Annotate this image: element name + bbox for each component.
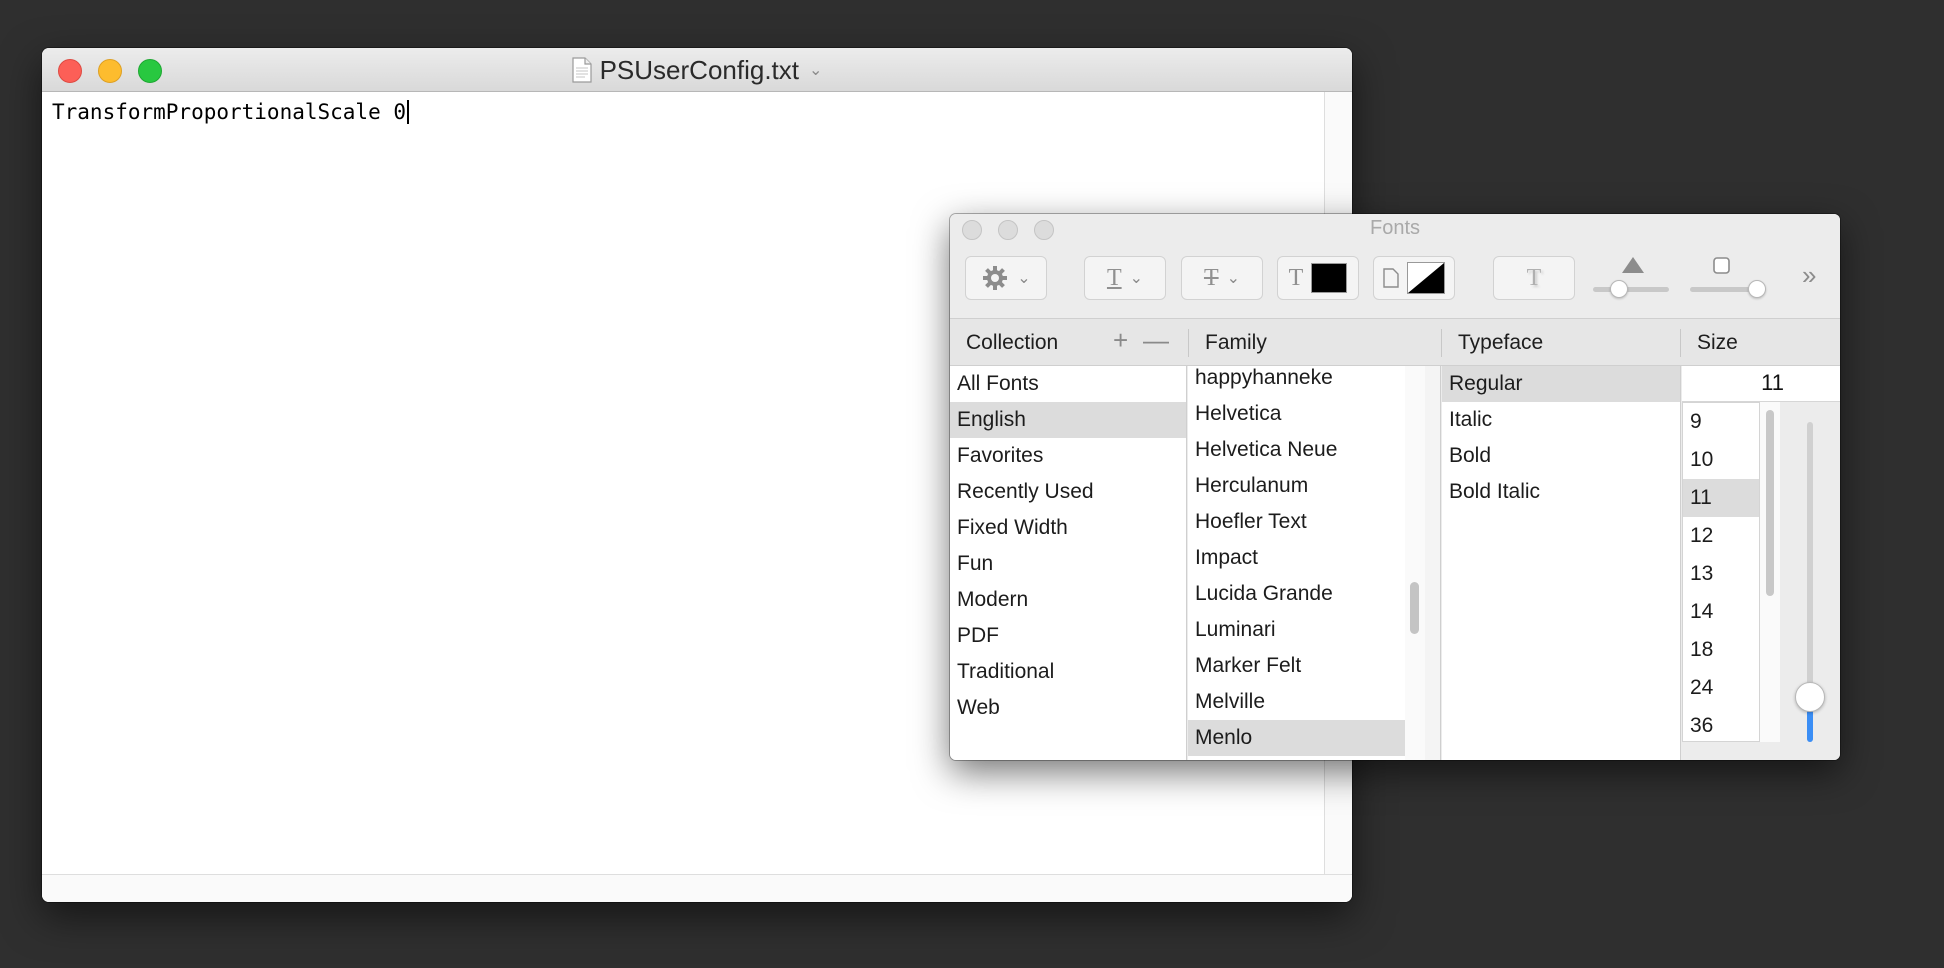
collection-item[interactable]: Favorites [950,438,1186,474]
size-header: Size [1697,331,1738,354]
document-color-swatch [1407,262,1445,294]
chevron-down-icon: ⌄ [1017,270,1031,287]
gear-icon [983,266,1008,290]
underline-button[interactable]: T ⌄ [1084,256,1166,300]
family-header: Family [1205,331,1267,354]
column-divider [1425,366,1441,760]
size-item[interactable]: 14 [1683,593,1759,631]
collection-header: Collection [966,331,1059,354]
shadow-icon: T [1526,264,1542,291]
family-scrollbar[interactable] [1405,366,1425,760]
document-content: TransformProportionalScale 0 [52,100,407,124]
header-divider [1680,329,1681,357]
size-item[interactable]: 13 [1683,555,1759,593]
typeface-item[interactable]: Italic [1442,402,1680,438]
typeface-item[interactable]: Bold Italic [1442,474,1680,510]
more-icon[interactable]: » [1802,260,1816,291]
size-scroll-thumb[interactable] [1766,410,1774,596]
size-item[interactable]: 12 [1683,517,1759,555]
shadow-blur-knob[interactable] [1748,280,1766,298]
family-item[interactable]: Helvetica [1188,396,1405,432]
chevron-down-icon: ⌄ [1129,270,1144,287]
text-color-swatch [1311,263,1348,293]
collection-item[interactable]: Web [950,690,1186,726]
text-color-button[interactable]: T [1277,256,1359,300]
strikethrough-button[interactable]: T ⌄ [1181,256,1263,300]
size-item[interactable]: 9 [1683,403,1759,441]
fonts-panel-title: Fonts [1369,217,1421,239]
family-item[interactable]: happyhanneke [1188,366,1405,396]
family-item[interactable]: Luminari [1188,612,1405,648]
remove-collection-button[interactable]: — [1143,327,1169,353]
text-shadow-button[interactable]: T [1493,256,1575,300]
size-item[interactable]: 24 [1683,669,1759,707]
family-item[interactable]: Lucida Grande [1188,576,1405,612]
fonts-panel: Fonts ⌄ T ⌄ T ⌄ T T » Collection + — Fam… [950,214,1840,760]
column-headers: Collection + — Family Typeface Size [950,318,1840,366]
window-title-text: PSUserConfig.txt [599,54,799,85]
family-item[interactable]: Marker Felt [1188,648,1405,684]
chevron-down-icon: ⌄ [1226,270,1241,287]
family-item[interactable]: Impact [1188,540,1405,576]
size-input[interactable]: 11 [1682,366,1840,402]
document-text[interactable]: TransformProportionalScale 0 [52,100,410,124]
add-collection-button[interactable]: + [1113,327,1128,353]
family-item-selected[interactable]: Menlo [1188,720,1405,756]
underline-icon: T [1106,264,1122,291]
size-input-value: 11 [1761,370,1784,395]
collection-item-selected[interactable]: English [950,402,1186,438]
collection-item[interactable]: Recently Used [950,474,1186,510]
size-scrollbar[interactable] [1760,402,1780,742]
typeface-item-selected[interactable]: Regular [1442,366,1680,402]
header-divider [1188,329,1189,357]
typeface-item[interactable]: Bold [1442,438,1680,474]
collection-item[interactable]: PDF [950,618,1186,654]
text-caret [407,100,410,124]
family-item[interactable]: Melville [1188,684,1405,720]
family-item[interactable]: Helvetica Neue [1188,432,1405,468]
document-icon [1383,268,1399,288]
collection-list[interactable]: All Fonts English Favorites Recently Use… [950,366,1187,760]
size-item[interactable]: 36 [1683,707,1759,741]
family-item[interactable]: Herculanum [1188,468,1405,504]
collection-item[interactable]: Fixed Width [950,510,1186,546]
document-icon [571,57,592,83]
collection-item[interactable]: Modern [950,582,1186,618]
size-item-selected[interactable]: 11 [1683,479,1759,517]
square-icon [1713,257,1730,274]
horizontal-scrollbar[interactable] [42,874,1352,902]
collection-item[interactable]: Fun [950,546,1186,582]
header-divider [1441,329,1442,357]
action-menu-button[interactable]: ⌄ [965,256,1047,300]
strikethrough-icon: T [1203,264,1219,291]
fonts-panel-titlebar[interactable]: Fonts [950,214,1840,240]
size-item[interactable]: 18 [1683,631,1759,669]
triangle-icon [1622,257,1644,273]
size-slider-knob[interactable] [1795,682,1825,712]
text-color-icon: T [1288,264,1304,291]
chevron-down-icon[interactable]: ⌄ [809,60,822,80]
family-scroll-thumb[interactable] [1410,582,1419,634]
size-list[interactable]: 9 10 11 12 13 14 18 24 36 [1682,402,1760,742]
collection-item[interactable]: Traditional [950,654,1186,690]
typeface-header: Typeface [1458,331,1544,354]
size-item[interactable]: 10 [1683,441,1759,479]
family-list[interactable]: happyhanneke Helvetica Helvetica Neue He… [1188,366,1405,760]
shadow-opacity-knob[interactable] [1610,280,1628,298]
window-title[interactable]: PSUserConfig.txt ⌄ [42,48,1352,92]
family-item[interactable]: Hoefler Text [1188,504,1405,540]
collection-item[interactable]: All Fonts [950,366,1186,402]
document-color-button[interactable] [1373,256,1455,300]
typeface-list[interactable]: Regular Italic Bold Bold Italic [1442,366,1681,760]
shadow-opacity-slider[interactable] [1593,287,1669,292]
window-titlebar[interactable]: PSUserConfig.txt ⌄ [42,48,1352,92]
